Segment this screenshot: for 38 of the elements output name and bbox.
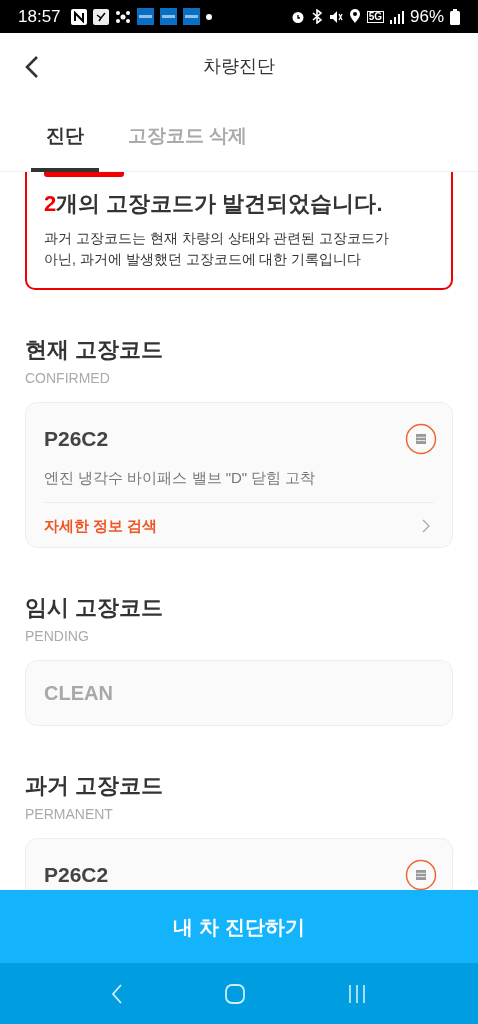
battery-level: 96%: [409, 5, 444, 28]
section-subtitle: PENDING: [25, 627, 90, 646]
battery-icon: [450, 8, 460, 25]
section-title: 현재 고장코드: [25, 336, 165, 364]
detail-search-link[interactable]: 자세한 정보 검색: [44, 502, 434, 537]
notification-icon: [159, 8, 177, 25]
home-icon[interactable]: [225, 983, 245, 1004]
nav-back-icon[interactable]: [111, 983, 123, 1004]
location-icon: [348, 9, 361, 24]
notification-icon: [92, 8, 109, 25]
alert-note: 과거 고장코드는 현재 차량의 상태와 관련된 고장코드가 아닌, 과거에 발생했던 고장코드에 대한 기록입니다: [44, 229, 391, 269]
fault-code: P26C2: [44, 426, 109, 453]
mute-icon: [328, 9, 343, 24]
fault-description: 엔진 냉각수 바이패스 밸브 "D" 닫힘 고착: [44, 467, 434, 503]
bluetooth-icon: [310, 9, 323, 24]
chevron-right-icon: [422, 518, 430, 533]
dot-icon: [205, 13, 212, 20]
alert-headline: 2개의 고장코드가 발견되었습니다.: [44, 190, 384, 218]
empty-status: CLEAN: [44, 681, 113, 706]
recent-apps-icon[interactable]: [347, 983, 367, 1004]
document-icon[interactable]: [405, 859, 437, 890]
notification-icon: [136, 8, 154, 25]
notification-icon: [70, 8, 87, 25]
tab[interactable]: 고장코드 삭제: [113, 100, 263, 172]
section-subtitle: PERMANENT: [25, 805, 114, 824]
back-icon[interactable]: [24, 54, 40, 79]
section-title: 임시 고장코드: [25, 594, 165, 622]
network-type: 5G: [366, 10, 384, 23]
status-time: 18:57: [18, 5, 61, 28]
section-subtitle: CONFIRMED: [25, 369, 111, 388]
fault-code: P26C2: [44, 862, 109, 889]
section-title: 과거 고장코드: [25, 772, 165, 800]
notification-icon: [182, 8, 200, 25]
signal-icon: [389, 9, 404, 24]
document-icon[interactable]: [405, 423, 437, 455]
alarm-icon: [290, 9, 305, 24]
diagnose-button[interactable]: 내 차 진단하기: [0, 890, 478, 963]
page-title: 차량진단: [203, 55, 275, 78]
